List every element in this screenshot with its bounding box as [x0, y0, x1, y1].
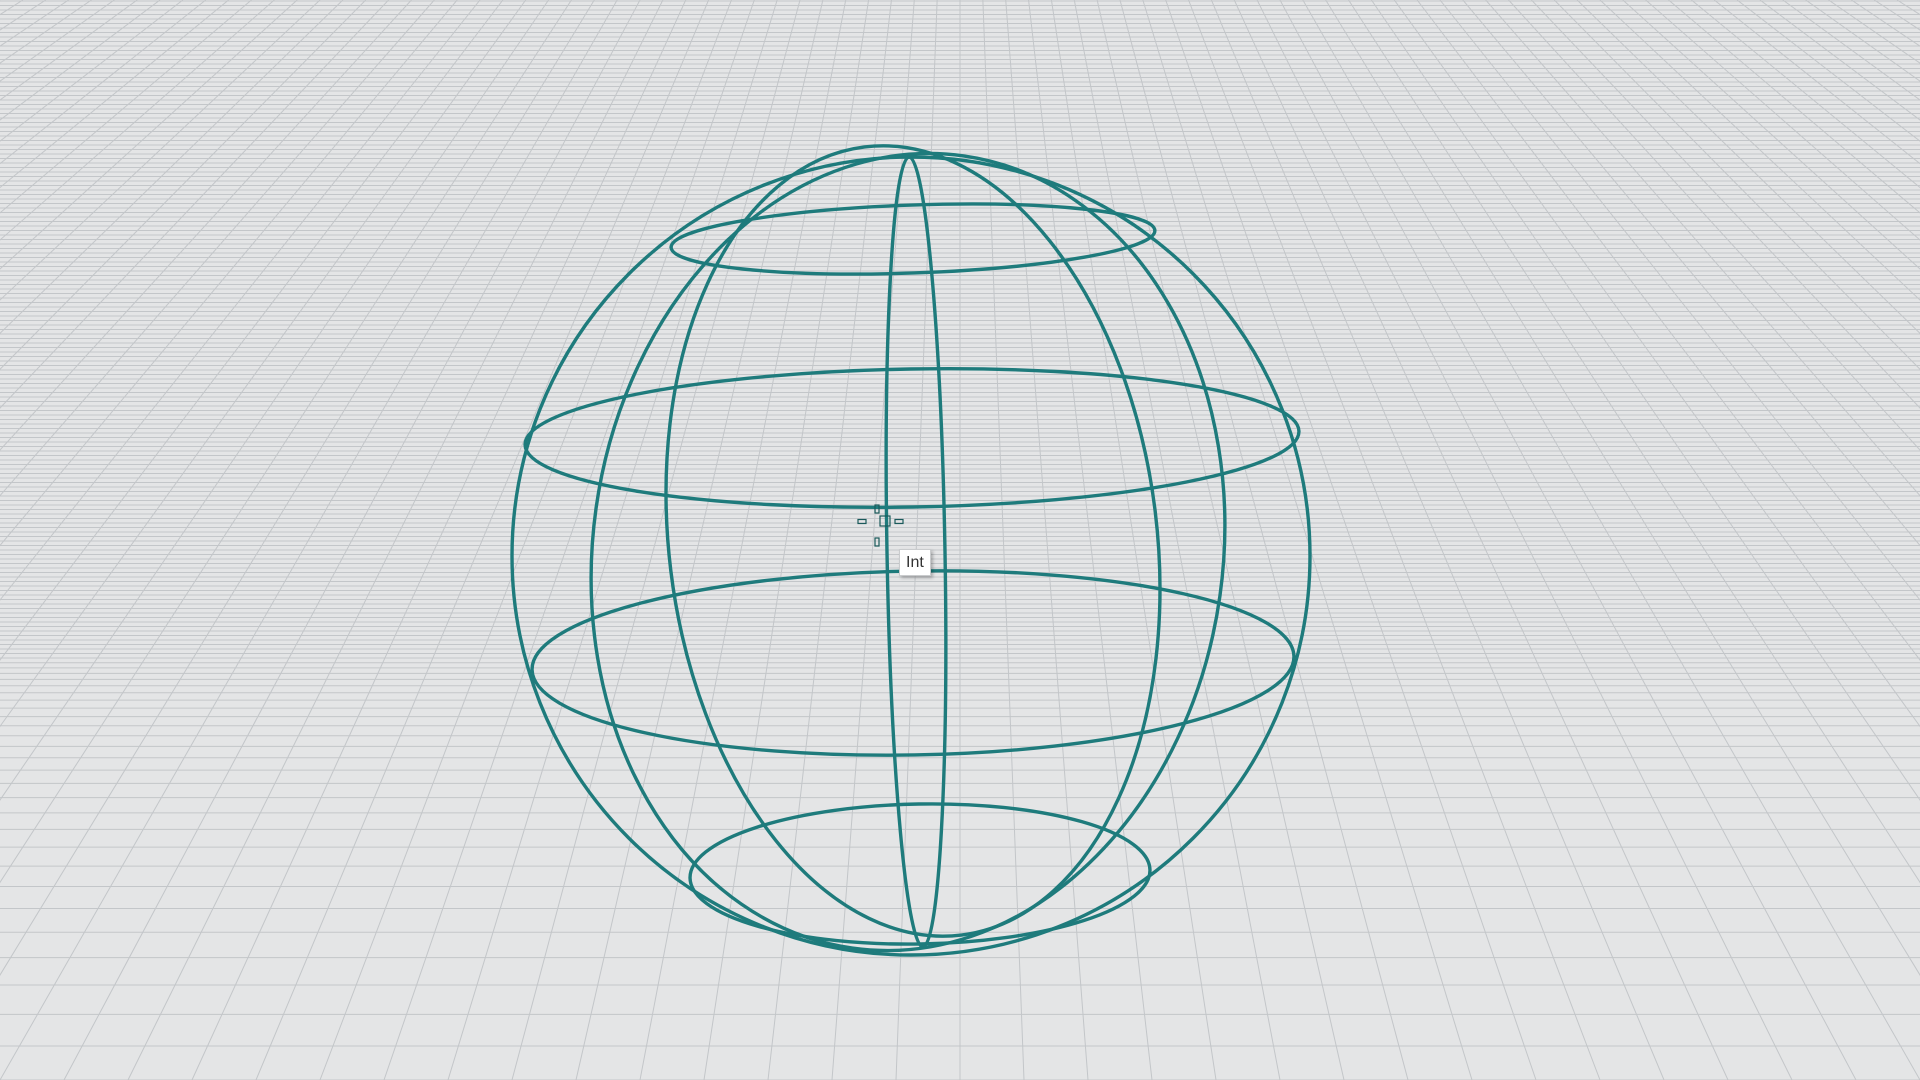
grid-line	[1805, 0, 1920, 82]
crosshair-icon	[857, 504, 904, 547]
grid-line	[0, 0, 275, 241]
grid-line	[0, 0, 46, 31]
construction-grid	[0, 0, 1920, 1080]
grid-line	[0, 0, 344, 335]
grid-line	[1462, 0, 1920, 547]
grid-line	[1485, 0, 1920, 497]
grid-line	[0, 0, 458, 547]
grid-line	[1531, 0, 1920, 409]
grid-line	[0, 0, 504, 661]
grid-line	[0, 0, 435, 497]
grid-line	[0, 0, 572, 884]
grid-line	[0, 0, 389, 409]
grid-line	[1119, 0, 1409, 1080]
grid-line	[0, 0, 24, 16]
grid-line	[1165, 0, 1537, 1080]
grid-line	[1645, 0, 1920, 241]
grid-line	[319, 0, 732, 1080]
grid-line	[127, 0, 664, 1080]
grid-line	[511, 0, 801, 1080]
grid-line	[1210, 0, 1665, 1080]
grid-line	[0, 0, 92, 64]
grid-line	[1416, 0, 1920, 661]
grid-line	[1576, 0, 1920, 335]
grid-line	[255, 0, 710, 1080]
grid-line	[0, 0, 138, 101]
grid-line	[1828, 0, 1920, 64]
grid-line	[1668, 0, 1920, 214]
grid-line	[1302, 0, 1920, 1080]
grid-line	[1188, 0, 1601, 1080]
grid-line	[0, 0, 367, 370]
grid-line	[1553, 0, 1920, 370]
viewport-canvas[interactable]	[0, 0, 1920, 1080]
grid-line	[0, 0, 252, 214]
grid-line	[1874, 0, 1920, 31]
grid-line	[1782, 0, 1920, 101]
osnap-tooltip: Int	[899, 549, 931, 576]
cursor-tick	[894, 518, 904, 525]
grid-line	[191, 0, 687, 1080]
cursor-tick	[857, 518, 867, 525]
grid-line	[1759, 0, 1920, 121]
viewport[interactable]: Int	[0, 0, 1920, 1080]
grid-line	[63, 0, 641, 1080]
grid-line	[0, 0, 115, 82]
grid-line	[1279, 0, 1857, 1080]
grid-line	[383, 0, 755, 1080]
grid-line	[1622, 0, 1920, 270]
cursor-tick	[874, 537, 880, 547]
grid-line	[0, 0, 618, 1080]
grid-line	[0, 0, 161, 121]
grid-line	[1896, 0, 1920, 16]
grid-line	[1348, 0, 1920, 884]
grid-line	[0, 0, 298, 270]
grid-line	[1256, 0, 1793, 1080]
grid-line	[1073, 0, 1281, 1080]
